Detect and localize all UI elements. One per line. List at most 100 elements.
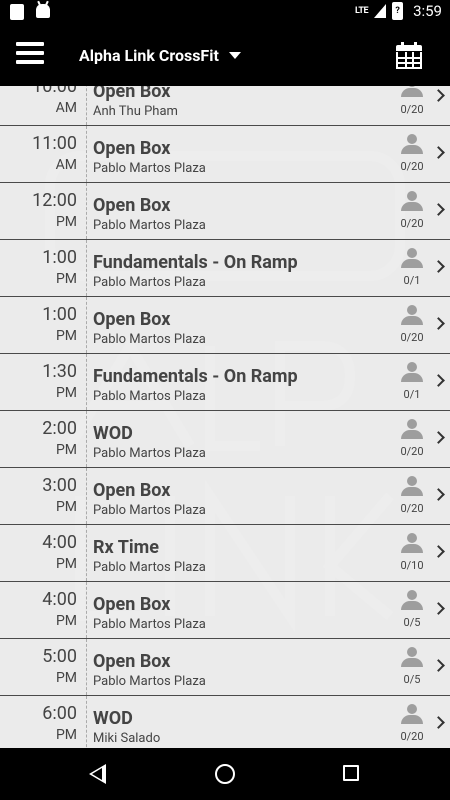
person-icon [401, 86, 423, 99]
recent-apps-icon[interactable] [343, 765, 359, 781]
time-divider [86, 582, 87, 638]
class-time: 1:30 PM [0, 354, 86, 410]
attendance-count: 0/5 [403, 673, 421, 686]
attendance-count: 0/1 [403, 274, 421, 287]
attendance-count: 0/20 [400, 103, 424, 116]
class-row[interactable]: 4:00 PM Open Box Pablo Martos Plaza 0/5 [0, 582, 450, 639]
person-icon [401, 134, 423, 156]
class-row[interactable]: 3:00 PM Open Box Pablo Martos Plaza 0/20 [0, 468, 450, 525]
time-divider [86, 639, 87, 695]
time-divider [86, 468, 87, 524]
class-time-hm: 1:30 [42, 361, 77, 382]
coach-name: Pablo Martos Plaza [93, 560, 206, 575]
time-divider [86, 696, 87, 748]
class-time-ampm: PM [55, 499, 77, 515]
person-icon [401, 248, 423, 270]
class-time-hm: 3:00 [42, 475, 77, 496]
class-row[interactable]: 4:00 PM Rx Time Pablo Martos Plaza 0/10 [0, 525, 450, 582]
chevron-right-icon [432, 260, 445, 273]
battery-icon: ? [392, 2, 404, 20]
class-time-hm: 10:00 [32, 86, 77, 97]
class-time-hm: 6:00 [42, 703, 77, 724]
class-time-hm: 4:00 [42, 589, 77, 610]
class-time-hm: 5:00 [42, 646, 77, 667]
chevron-right-icon [432, 602, 445, 615]
class-time-hm: 12:00 [32, 190, 77, 211]
class-row[interactable]: 5:00 PM Open Box Pablo Martos Plaza 0/5 [0, 639, 450, 696]
class-time: 6:00 PM [0, 696, 86, 748]
class-time-ampm: PM [55, 727, 77, 743]
time-divider [86, 525, 87, 581]
coach-name: Pablo Martos Plaza [93, 674, 206, 689]
coach-name: Anh Thu Pham [93, 104, 178, 119]
class-row[interactable]: 10:00 AM Open Box Anh Thu Pham 0/20 [0, 86, 450, 126]
class-name: Open Box [93, 309, 171, 330]
calendar-icon[interactable] [396, 42, 422, 70]
coach-name: Pablo Martos Plaza [93, 332, 206, 347]
class-rows: 10:00 AM Open Box Anh Thu Pham 0/20 11:00 AM Op… [0, 86, 450, 748]
class-time-ampm: PM [55, 442, 77, 458]
class-row[interactable]: 1:00 PM Fundamentals - On Ramp Pablo Martos… [0, 240, 450, 297]
sd-card-icon [10, 4, 24, 20]
person-icon [401, 533, 423, 555]
class-name: Open Box [93, 480, 171, 501]
class-time: 12:00 PM [0, 183, 86, 239]
class-name: Open Box [93, 594, 171, 615]
hamburger-icon[interactable] [16, 42, 44, 66]
navigation-bar [0, 748, 450, 800]
time-divider [86, 297, 87, 353]
coach-name: Pablo Martos Plaza [93, 503, 206, 518]
signal-icon [374, 4, 387, 18]
gym-selector-dropdown[interactable]: Alpha Link CrossFit [79, 46, 241, 65]
chevron-right-icon [432, 545, 445, 558]
back-icon[interactable] [89, 764, 106, 784]
class-row[interactable]: 6:00 PM WOD Miki Salado 0/20 [0, 696, 450, 748]
chevron-right-icon [432, 374, 445, 387]
class-time-ampm: PM [55, 670, 77, 686]
class-time-ampm: AM [55, 157, 77, 173]
class-time: 1:00 PM [0, 297, 86, 353]
attendance-count: 0/5 [403, 616, 421, 629]
person-icon [401, 419, 423, 441]
class-time: 4:00 PM [0, 525, 86, 581]
time-divider [86, 183, 87, 239]
class-time-ampm: PM [55, 385, 77, 401]
person-icon [401, 476, 423, 498]
attendance-count: 0/1 [403, 388, 421, 401]
class-time: 11:00 AM [0, 126, 86, 182]
coach-name: Pablo Martos Plaza [93, 617, 206, 632]
attendance-count: 0/20 [400, 217, 424, 230]
caret-down-icon [228, 52, 241, 59]
coach-name: Pablo Martos Plaza [93, 389, 206, 404]
chevron-right-icon [432, 659, 445, 672]
class-time: 3:00 PM [0, 468, 86, 524]
person-icon [401, 362, 423, 384]
class-list[interactable]: 10:00 AM Open Box Anh Thu Pham 0/20 11:00 AM Op… [0, 86, 450, 748]
class-time-ampm: PM [55, 271, 77, 287]
class-time-ampm: PM [55, 613, 77, 629]
class-row[interactable]: 2:00 PM WOD Pablo Martos Plaza 0/20 [0, 411, 450, 468]
class-time-ampm: PM [55, 328, 77, 344]
class-name: Fundamentals - On Ramp [93, 366, 298, 387]
chevron-right-icon [432, 89, 445, 102]
class-row[interactable]: 1:00 PM Open Box Pablo Martos Plaza 0/20 [0, 297, 450, 354]
class-name: Open Box [93, 86, 171, 102]
class-time-hm: 2:00 [42, 418, 77, 439]
person-icon [401, 305, 423, 327]
class-row[interactable]: 1:30 PM Fundamentals - On Ramp Pablo Martos… [0, 354, 450, 411]
class-time-ampm: PM [55, 556, 77, 572]
chevron-right-icon [432, 716, 445, 729]
home-icon[interactable] [215, 764, 235, 784]
coach-name: Pablo Martos Plaza [93, 446, 206, 461]
time-divider [86, 354, 87, 410]
class-name: Fundamentals - On Ramp [93, 252, 298, 273]
chevron-right-icon [432, 317, 445, 330]
class-row[interactable]: 12:00 PM Open Box Pablo Martos Plaza 0/20 [0, 183, 450, 240]
class-time: 4:00 PM [0, 582, 86, 638]
app-bar: Alpha Link CrossFit [0, 24, 450, 86]
status-bar: LTE ? 3:59 [0, 0, 450, 24]
chevron-right-icon [432, 146, 445, 159]
app-title: Alpha Link CrossFit [79, 46, 219, 65]
attendance-count: 0/20 [400, 502, 424, 515]
class-row[interactable]: 11:00 AM Open Box Pablo Martos Plaza 0/20 [0, 126, 450, 183]
